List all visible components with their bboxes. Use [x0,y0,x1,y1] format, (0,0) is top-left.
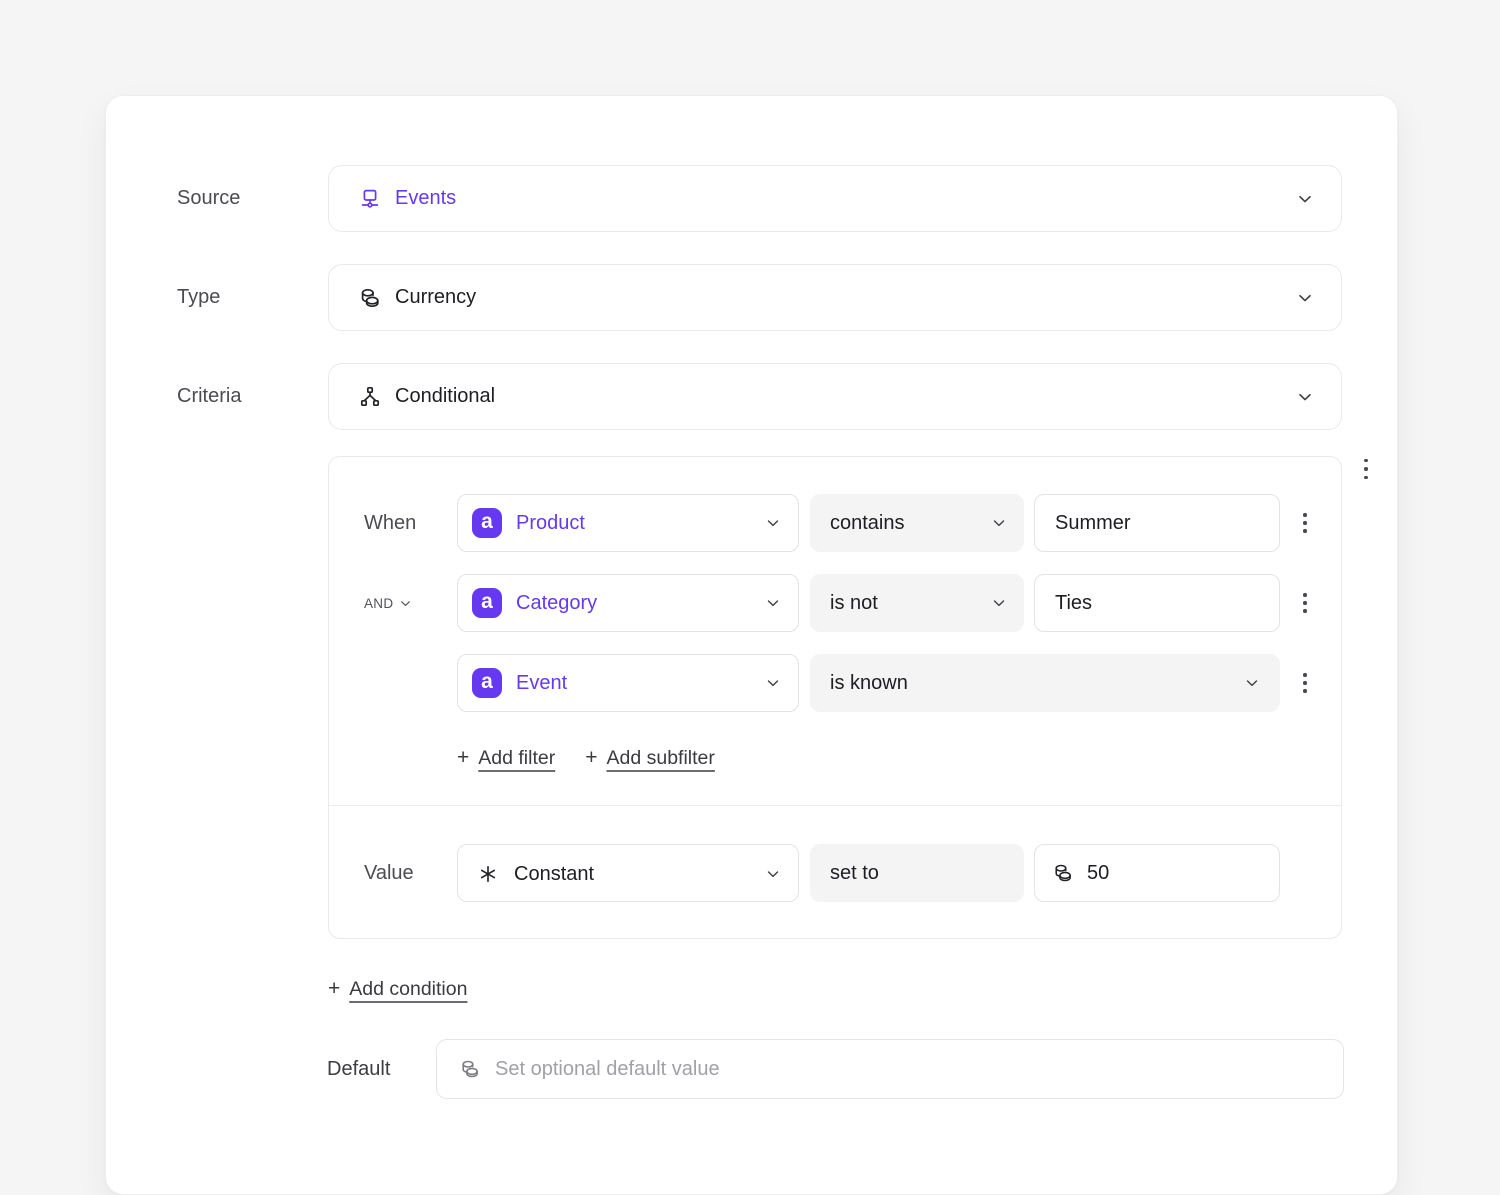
coins-icon [1052,862,1074,884]
logic-operator-value: AND [364,596,393,611]
attribute-select-event[interactable]: a Event [457,654,799,712]
chevron-down-icon [1295,288,1315,308]
default-field [436,1039,1344,1099]
chevron-down-icon [990,514,1008,532]
condition-card: When a Product contains [328,456,1342,939]
value-type-value: Constant [514,845,594,903]
operator-select-is-not[interactable]: is not [810,574,1024,632]
attribute-config-panel: Source Events Type Currency Criteria [105,95,1398,1195]
value-type-select[interactable]: Constant [457,844,799,902]
criteria-select[interactable]: Conditional [328,363,1342,430]
when-label: When [364,494,416,552]
source-select-value: Events [395,187,456,210]
operator-select-is-known[interactable]: is known [810,654,1280,712]
filter-value-input[interactable] [1034,574,1280,632]
amount-field [1034,844,1280,902]
attribute-value: Product [516,512,585,535]
filter-row-menu-button[interactable] [1292,667,1318,699]
attio-logo-icon: a [472,508,502,538]
add-subfilter-button[interactable]: Add subfilter [606,747,714,770]
operator-select-contains[interactable]: contains [810,494,1024,552]
filter-value-input[interactable] [1034,494,1280,552]
operator-value: is known [830,672,908,695]
operator-value: contains [830,512,905,535]
plus-icon: + [457,746,469,770]
chevron-down-icon [764,865,782,883]
attribute-select-product[interactable]: a Product [457,494,799,552]
add-condition-button[interactable]: Add condition [349,978,467,1001]
default-label: Default [327,1039,390,1099]
value-row: Value Constant set to [329,844,1341,902]
filter-row: When a Product contains [329,494,1341,552]
set-to-value: set to [830,862,879,885]
chevron-down-icon [764,514,782,532]
type-label: Type [177,264,220,331]
events-icon [358,187,382,211]
add-filter-row: + Add filter + Add subfilter [457,741,715,775]
set-to-chip: set to [810,844,1024,902]
chevron-down-icon [764,594,782,612]
type-select-value: Currency [395,286,476,309]
add-filter-button[interactable]: Add filter [478,747,555,770]
criteria-select-value: Conditional [395,385,495,408]
filter-row: a Event is known [329,654,1341,712]
asterisk-icon [477,863,499,885]
attribute-select-category[interactable]: a Category [457,574,799,632]
chevron-down-icon [764,674,782,692]
chevron-down-icon [1295,387,1315,407]
chevron-down-icon [1243,674,1261,692]
logic-operator-select[interactable]: AND [364,574,413,632]
plus-icon: + [328,977,340,1001]
default-value-input[interactable] [436,1039,1344,1099]
value-label: Value [364,844,414,902]
source-label: Source [177,165,240,232]
criteria-label: Criteria [177,363,241,430]
condition-menu-button[interactable] [1353,448,1379,490]
branch-icon [358,385,382,409]
attribute-value: Event [516,672,567,695]
screen: Source Events Type Currency Criteria [0,0,1500,1149]
divider [329,805,1341,806]
filter-row-menu-button[interactable] [1292,587,1318,619]
plus-icon: + [585,746,597,770]
filter-row-menu-button[interactable] [1292,507,1318,539]
chevron-down-icon [990,594,1008,612]
type-select[interactable]: Currency [328,264,1342,331]
filter-row: AND a Category is not [329,574,1341,632]
add-condition-row: + Add condition [328,974,467,1004]
coins-icon [459,1058,481,1080]
source-select[interactable]: Events [328,165,1342,232]
coins-icon [358,286,382,310]
chevron-down-icon [1295,189,1315,209]
attio-logo-icon: a [472,668,502,698]
chevron-down-icon [398,596,413,611]
operator-value: is not [830,592,878,615]
attio-logo-icon: a [472,588,502,618]
attribute-value: Category [516,592,597,615]
